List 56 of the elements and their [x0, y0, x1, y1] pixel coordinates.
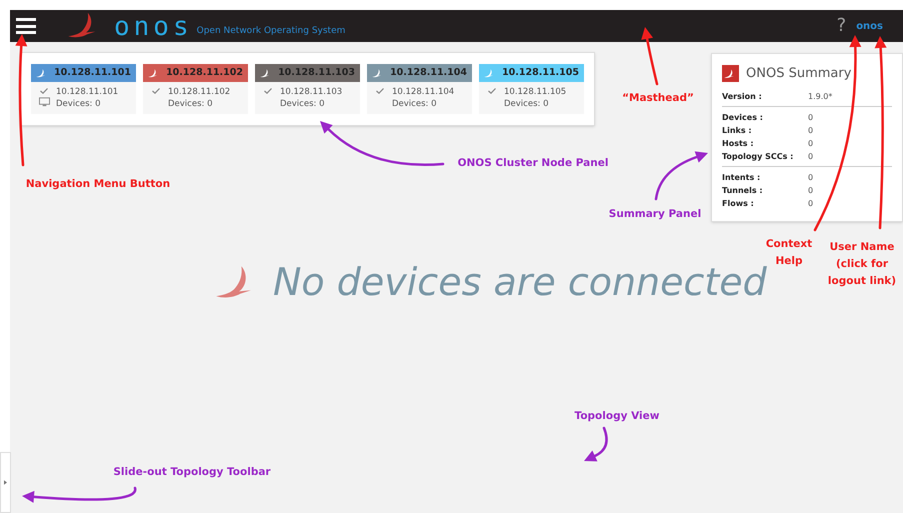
annotation-label: “Masthead” [621, 91, 695, 106]
annotation-label: Summary Panel [608, 207, 702, 222]
node-devices: Devices: 0 [280, 98, 326, 110]
node-ip: 10.128.11.105 [504, 86, 566, 98]
cluster-node-card[interactable]: 10.128.11.101 10.128.11.101 Devices: 0 [31, 64, 136, 114]
annotation-label: Navigation Menu Button [24, 177, 172, 192]
node-title: 10.128.11.103 [278, 66, 355, 80]
summary-label: Version : [722, 90, 763, 102]
summary-label: Hosts : [722, 138, 755, 150]
user-name-link[interactable]: onos [856, 18, 883, 34]
summary-label: Flows : [722, 198, 755, 210]
subtitle: Open Network Operating System [196, 24, 346, 38]
summary-label: Topology SCCs : [722, 150, 794, 162]
summary-value: 0 [808, 172, 814, 184]
annotation-arrow [641, 27, 658, 86]
node-title: 10.128.11.102 [166, 66, 243, 80]
summary-title: ONOS Summary [746, 65, 852, 83]
node-title: 10.128.11.104 [390, 66, 467, 80]
node-ip: 10.128.11.103 [280, 86, 342, 98]
node-title: 10.128.11.101 [54, 66, 131, 80]
toolbar-toggle[interactable] [0, 452, 11, 513]
node-ip: 10.128.11.104 [392, 86, 454, 98]
annotation-label: Slide-out Topology Toolbar [112, 465, 272, 480]
summary-value: 1.9.0* [808, 90, 832, 102]
annotation-arrow [584, 426, 608, 462]
summary-value: 0 [808, 150, 814, 162]
node-title: 10.128.11.105 [502, 66, 579, 80]
annotation-arrow [654, 151, 708, 200]
cluster-node-card[interactable]: 10.128.11.105 10.128.11.105 Devices: 0 [479, 64, 584, 114]
node-devices: Devices: 0 [168, 98, 214, 110]
node-devices: Devices: 0 [56, 98, 102, 110]
summary-label: Devices : [722, 112, 764, 124]
summary-label: Links : [722, 124, 753, 136]
logo: onos [114, 14, 193, 40]
no-devices-message: No devices are connected [273, 259, 767, 306]
cluster-node-card[interactable]: 10.128.11.104 10.128.11.104 Devices: 0 [367, 64, 472, 114]
help-button[interactable]: ? [836, 17, 846, 35]
node-devices: Devices: 0 [504, 98, 550, 110]
summary-value: 0 [808, 198, 814, 210]
menu-icon[interactable] [16, 18, 36, 34]
cluster-node-card[interactable]: 10.128.11.103 10.128.11.103 Devices: 0 [255, 64, 360, 114]
node-devices: Devices: 0 [392, 98, 438, 110]
annotation-label: Topology View [574, 409, 660, 424]
annotation-label: User Name (click for logout link) [826, 240, 898, 289]
annotation-label: ONOS Cluster Node Panel [456, 156, 610, 171]
summary-value: 0 [808, 184, 814, 196]
summary-value: 0 [808, 112, 814, 124]
summary-label: Intents : [722, 172, 762, 184]
summary-value: 0 [808, 138, 814, 150]
cluster-node-card[interactable]: 10.128.11.102 10.128.11.102 Devices: 0 [143, 64, 248, 114]
caret-icon [4, 480, 7, 485]
summary-value: 0 [808, 124, 814, 136]
annotation-label: Context Help [766, 237, 814, 267]
node-ip: 10.128.11.101 [56, 86, 118, 98]
node-ip: 10.128.11.102 [168, 86, 230, 98]
summary-label: Tunnels : [722, 184, 764, 196]
